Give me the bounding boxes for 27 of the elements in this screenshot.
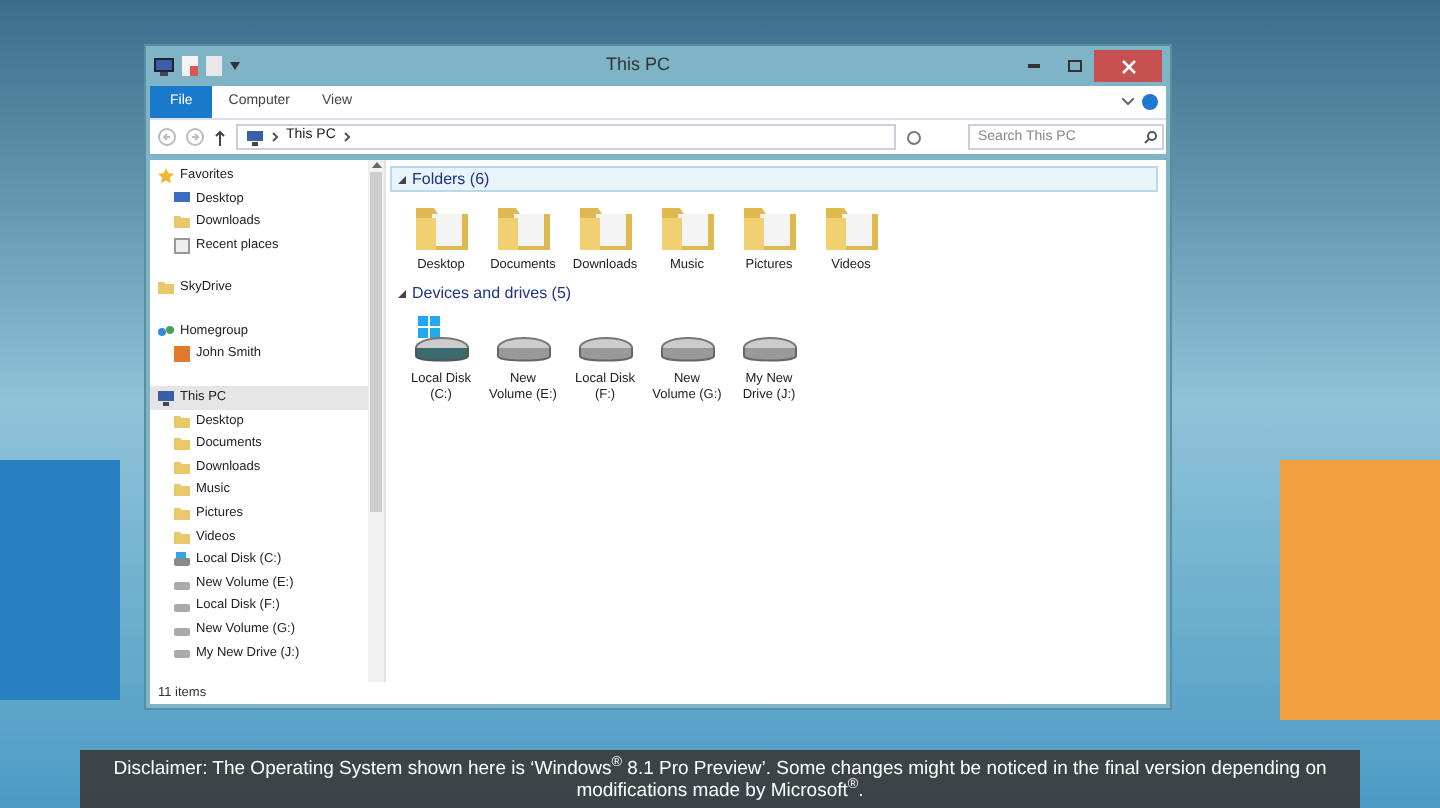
close-button[interactable]	[1094, 50, 1162, 82]
expanded-icon	[398, 175, 406, 183]
help-icon[interactable]	[1142, 94, 1158, 110]
system-drive-icon	[174, 552, 190, 569]
scroll-up-icon[interactable]	[371, 162, 381, 168]
computer-icon	[158, 389, 174, 406]
up-arrow-icon[interactable]	[214, 129, 226, 145]
disclaimer-text: Disclaimer: The Operating System shown here is ‘Windows$^{®}$ 8.1 Pro Preview’. Some changes might be noticed in the final version depending on modifications made by Microsoft$^{®}$.	[112, 757, 1328, 801]
homegroup-icon	[158, 323, 174, 340]
computer-icon	[246, 129, 264, 145]
dropdown-icon[interactable]	[230, 62, 240, 70]
desktop-icon	[174, 190, 190, 207]
scrollbar[interactable]	[368, 160, 384, 682]
section-header[interactable]: Folders (6)	[390, 166, 1158, 192]
computer-icon[interactable]	[154, 57, 174, 75]
properties-icon[interactable]	[182, 56, 198, 76]
window-title: This PC	[606, 52, 671, 79]
star-icon	[158, 167, 174, 184]
close-icon	[1121, 59, 1135, 73]
document-icon	[174, 237, 190, 254]
user-icon	[174, 346, 190, 363]
expanded-icon	[398, 289, 406, 297]
folder-icon	[158, 280, 174, 297]
folder-icon	[174, 213, 190, 230]
refresh-icon[interactable]	[906, 129, 922, 145]
chevron-icon[interactable]	[1122, 98, 1134, 106]
section-header[interactable]: Devices and drives (5)	[390, 280, 1158, 306]
